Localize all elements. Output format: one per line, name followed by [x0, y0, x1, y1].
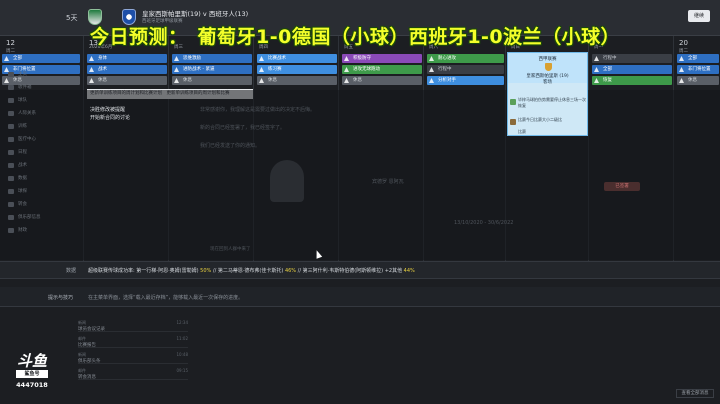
sidebar-item-icon: [8, 124, 14, 129]
training-slot[interactable]: 休息: [257, 76, 337, 85]
sidebar-item-icon: [8, 202, 14, 207]
sidebar-item[interactable]: 球队: [18, 97, 27, 103]
sidebar-item[interactable]: 主页: [18, 71, 27, 77]
sidebar-item-icon: [8, 163, 14, 168]
match-note: 比赛: [518, 129, 526, 134]
player-silhouette-icon: [270, 160, 304, 202]
news-title: 俱乐部头条: [78, 359, 101, 364]
training-slot[interactable]: 休息: [677, 76, 719, 85]
sidebar-item[interactable]: 财政: [18, 227, 27, 233]
reminder-title[interactable]: 决胜修改被提醒: [90, 106, 125, 113]
bg-message-line: 非常感谢你，我理解这是需要过做出的决定不后悔。: [200, 107, 316, 113]
match-note: 毕梓马球拍伤势需要停止休息三场一次恢复: [518, 97, 586, 108]
sidebar-item[interactable]: 俱乐部信息: [18, 214, 41, 220]
sidebar-item-icon: [8, 228, 14, 233]
training-slot[interactable]: 休息: [342, 76, 422, 85]
sidebar-item[interactable]: 收件箱: [18, 84, 32, 90]
tips-panel: 提示与技巧 在主菜单界面，选择“载入最近存档”，能够载入最近一次保存的进度。: [0, 287, 720, 307]
sidebar-item[interactable]: 日程: [18, 149, 27, 155]
sidebar-item[interactable]: 训练: [18, 123, 27, 129]
reminder-subtitle: 开始新合同的讨论: [90, 115, 131, 121]
report-note-icon: [510, 119, 516, 125]
training-slot[interactable]: 行程中: [427, 65, 504, 74]
news-time: 11:02: [176, 336, 188, 341]
training-slot[interactable]: 休息: [87, 76, 167, 85]
sidebar-item-icon: [8, 85, 14, 90]
status-badge: 已签署: [604, 182, 640, 191]
training-slot[interactable]: 进攻无球跑动: [342, 65, 422, 74]
list-item[interactable]: 邮件 比赛报告 11:02: [78, 336, 188, 348]
training-slot[interactable]: 全部: [592, 65, 672, 74]
sidebar-item[interactable]: 医疗中心: [18, 136, 36, 142]
match-venue: 客场: [543, 80, 552, 85]
training-slot[interactable]: 全部: [2, 54, 80, 63]
match-day-card[interactable]: 西甲联赛 皇家西斯帕里斯 (19) 客场 毕梓马球拍伤势需要停止休息三场一次恢复…: [507, 52, 588, 136]
training-slot[interactable]: 行程中: [592, 54, 672, 63]
bg-message-line: 我们已经发送了你的通知。: [200, 143, 261, 149]
list-item[interactable]: 邮件 转会消息 09:15: [78, 368, 188, 380]
room-number: 4447018: [16, 381, 48, 389]
news-time: 09:15: [176, 368, 188, 373]
match-competition: 西甲联赛: [538, 57, 557, 62]
injury-note-icon: [510, 99, 516, 105]
training-slot[interactable]: 积极防守: [342, 54, 422, 63]
training-slot[interactable]: 休息: [2, 76, 80, 85]
training-slot[interactable]: 思维激励: [172, 54, 252, 63]
tips-label: 提示与技巧: [48, 295, 74, 301]
bg-message-line: 现在回到人群中来了: [210, 247, 251, 252]
stats-ticker-label: 数据: [66, 268, 77, 274]
bg-message-line: 新的合同已经签署了，我已经签字了。: [200, 125, 286, 131]
logo-tag: 鲨鱼号: [16, 370, 48, 378]
logo-wordmark: 斗鱼: [16, 352, 47, 370]
streamer-logo: 斗鱼 鲨鱼号 4447018: [10, 350, 54, 394]
news-time: 12:34: [176, 320, 188, 325]
sidebar-item-icon: [8, 189, 14, 194]
training-slot[interactable]: 练习赛: [257, 65, 337, 74]
news-title: 比赛报告: [78, 343, 96, 348]
sidebar-item-icon: [8, 215, 14, 220]
training-slot[interactable]: 分析对手: [427, 76, 504, 85]
sidebar-item[interactable]: 人际关系: [18, 110, 36, 116]
sidebar-item-icon: [8, 150, 14, 155]
training-slot[interactable]: 战术: [87, 65, 167, 74]
next-fixture-label[interactable]: 皇家西斯帕里斯(19) v 西班牙人(13): [142, 8, 248, 18]
sidebar-item[interactable]: 数据: [18, 175, 27, 181]
contract-dates: 13/10/2020 - 30/6/2022: [454, 220, 514, 226]
sidebar-item-icon: [8, 111, 14, 116]
training-slot[interactable]: 休息: [172, 76, 252, 85]
sidebar-item[interactable]: 转会: [18, 201, 27, 207]
stats-ticker-text: 超级联赛传球成功率: 第一行梯-阿恩·奥姆(雷勒姆) 50% // 第二马蒂恩·…: [88, 268, 415, 274]
sidebar-item-icon: [8, 137, 14, 142]
player-name: 宾德罗 恩阿瓦: [372, 179, 404, 185]
training-slot[interactable]: 比赛战术: [257, 54, 337, 63]
training-slot[interactable]: 进防战术 - 紧逼: [172, 65, 252, 74]
match-note: 比赛今日比赛大小二级比: [518, 117, 562, 122]
sidebar-item[interactable]: 球探: [18, 188, 27, 194]
tips-text: 在主菜单界面，选择“载入最近存档”，能够载入最近一次保存的进度。: [88, 295, 244, 301]
training-slot[interactable]: 身体: [87, 54, 167, 63]
sidebar-item-icon: [8, 98, 14, 103]
training-slot[interactable]: 全部: [677, 54, 719, 63]
news-title: 球员会议记录: [78, 327, 105, 332]
prediction-text: 今日预测： 葡萄牙1-0德国（小球）西班牙1-0波兰（小球）: [90, 26, 621, 48]
training-slot[interactable]: 耐心进攻: [427, 54, 504, 63]
club-crest-icon: [545, 63, 552, 71]
news-title: 转会消息: [78, 375, 96, 380]
view-all-messages-button[interactable]: 查看全部消息: [676, 389, 714, 398]
stats-ticker: 数据 超级联赛传球成功率: 第一行梯-阿恩·奥姆(雷勒姆) 50% // 第二马…: [0, 261, 720, 279]
news-time: 10:48: [176, 352, 188, 357]
sidebar-item-icon: [8, 176, 14, 181]
sidebar-item-icon: [8, 72, 14, 77]
training-slot[interactable]: 恢复: [592, 76, 672, 85]
list-item[interactable]: 新闻 俱乐部头条 10:48: [78, 352, 188, 364]
sidebar-item[interactable]: 战术: [18, 162, 27, 168]
stream-prediction-overlay: 今日预测： 葡萄牙1-0德国（小球）西班牙1-0波兰（小球）: [0, 18, 720, 50]
training-slot[interactable]: 非门将位置: [677, 65, 719, 74]
list-item[interactable]: 新闻 球员会议记录 12:34: [78, 320, 188, 332]
